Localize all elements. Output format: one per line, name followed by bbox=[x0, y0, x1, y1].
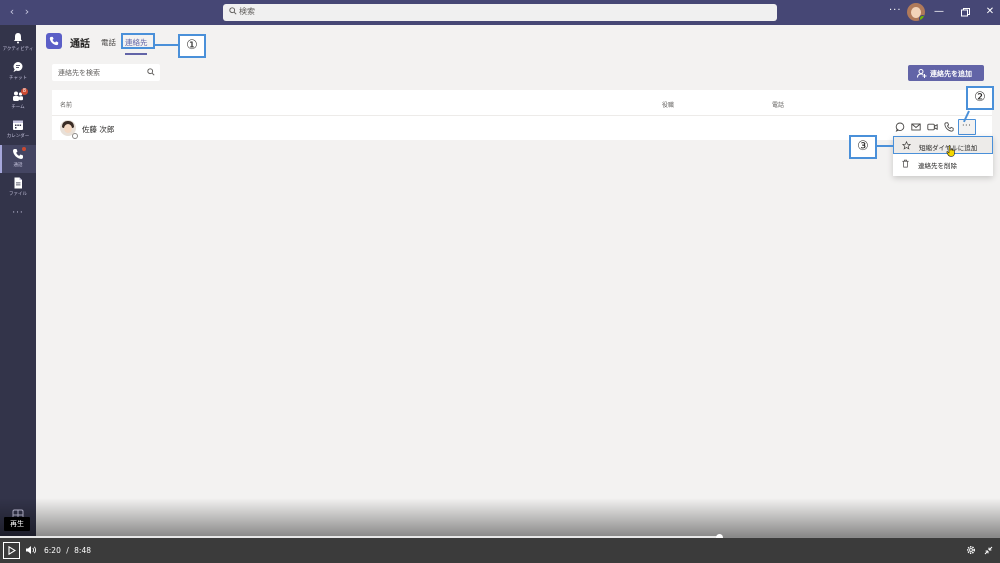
phone-icon bbox=[49, 36, 59, 46]
rail-label: 通話 bbox=[13, 163, 23, 168]
calls-notification-dot bbox=[22, 147, 26, 151]
more-icon: ··· bbox=[962, 121, 972, 130]
back-arrow-icon[interactable]: ‹ bbox=[6, 5, 18, 19]
rail-label: ファイル bbox=[9, 192, 27, 197]
close-button[interactable]: ✕ bbox=[985, 6, 995, 18]
play-tooltip: 再生 bbox=[4, 517, 30, 531]
menu-item-delete-contact[interactable]: 連絡先を削除 bbox=[893, 155, 993, 173]
video-call-icon[interactable] bbox=[927, 122, 938, 132]
exit-fullscreen-icon[interactable] bbox=[984, 546, 993, 555]
column-header-title[interactable]: 役職 bbox=[662, 100, 674, 109]
chat-icon[interactable] bbox=[895, 122, 905, 132]
restore-button[interactable] bbox=[960, 6, 970, 18]
menu-item-add-speed-dial[interactable]: 短縮ダイヤルに追加 bbox=[893, 136, 993, 154]
volume-icon[interactable] bbox=[25, 545, 37, 555]
callout-one: ① bbox=[178, 34, 206, 58]
add-person-icon bbox=[917, 69, 927, 78]
search-icon bbox=[229, 7, 237, 15]
file-icon bbox=[14, 177, 22, 189]
rail-item-files[interactable]: ファイル bbox=[0, 174, 36, 202]
rail-item-calendar[interactable]: カレンダー bbox=[0, 116, 36, 144]
contact-search-placeholder: 連絡先を検索 bbox=[58, 69, 100, 77]
contact-search-input[interactable]: 連絡先を検索 bbox=[52, 64, 160, 81]
add-contact-button[interactable]: 連絡先を追加 bbox=[908, 65, 984, 81]
column-header-name[interactable]: 名前 bbox=[60, 100, 72, 109]
search-icon bbox=[147, 68, 155, 76]
hand-cursor-icon bbox=[946, 145, 955, 157]
play-button[interactable] bbox=[3, 542, 20, 559]
player-overlay bbox=[0, 498, 1000, 538]
global-search-input[interactable]: 検索 bbox=[223, 4, 777, 21]
tab-phone[interactable]: 電話 bbox=[101, 37, 116, 48]
video-player-controls bbox=[0, 538, 1000, 563]
time-separator: / bbox=[66, 546, 69, 555]
trash-icon bbox=[902, 159, 909, 168]
contact-options-menu: 短縮ダイヤルに追加 連絡先を削除 bbox=[893, 136, 993, 176]
calendar-icon bbox=[13, 120, 23, 130]
menu-item-label: 連絡先を削除 bbox=[918, 162, 957, 170]
title-bar: ‹ › 検索 ··· — ✕ bbox=[0, 0, 1000, 25]
presence-offline-icon bbox=[72, 133, 78, 139]
mail-icon[interactable] bbox=[911, 122, 921, 132]
app-rail: アクティビティ チャット 8 チーム カレンダー 通話 ファイル ··· bbox=[0, 25, 36, 538]
callout-connector-three bbox=[877, 145, 894, 147]
teams-badge: 8 bbox=[21, 88, 28, 95]
rail-item-activity[interactable]: アクティビティ bbox=[0, 29, 36, 57]
active-tab-indicator bbox=[125, 53, 147, 55]
callout-highlight-contacts-tab bbox=[121, 33, 155, 49]
profile-avatar[interactable] bbox=[907, 3, 925, 21]
phone-icon[interactable] bbox=[944, 122, 954, 132]
total-time: 8:48 bbox=[74, 546, 91, 555]
star-icon bbox=[902, 141, 911, 150]
callout-three: ③ bbox=[849, 135, 877, 159]
avatar-face bbox=[64, 124, 72, 133]
settings-more-button[interactable]: ··· bbox=[889, 5, 902, 16]
global-search-placeholder: 検索 bbox=[239, 7, 255, 16]
presence-available-icon bbox=[919, 15, 925, 21]
rail-label: カレンダー bbox=[6, 134, 30, 139]
calls-app-icon bbox=[46, 33, 62, 49]
video-time: 6:20 / 8:48 bbox=[44, 546, 91, 555]
add-contact-label: 連絡先を追加 bbox=[930, 70, 972, 78]
current-time: 6:20 bbox=[44, 546, 61, 555]
rail-label: チーム bbox=[11, 105, 25, 110]
contacts-table: 名前 役職 電話 佐藤 次郎 ··· bbox=[52, 90, 992, 140]
page-title: 通話 bbox=[70, 39, 90, 50]
play-icon bbox=[8, 546, 16, 555]
column-header-phone[interactable]: 電話 bbox=[772, 100, 784, 109]
contact-more-options-button[interactable]: ··· bbox=[958, 119, 976, 135]
callout-connector-one bbox=[155, 44, 179, 46]
rail-item-calls[interactable]: 通話 bbox=[0, 145, 36, 173]
chat-icon bbox=[13, 62, 23, 72]
bell-icon bbox=[14, 33, 22, 44]
rail-label: チャット bbox=[9, 76, 27, 81]
restore-icon bbox=[960, 8, 970, 17]
forward-arrow-icon[interactable]: › bbox=[21, 5, 33, 19]
rail-more-apps-button[interactable]: ··· bbox=[10, 208, 26, 218]
gear-icon[interactable] bbox=[966, 545, 976, 555]
rail-item-teams[interactable]: 8 チーム bbox=[0, 87, 36, 115]
callout-two: ② bbox=[966, 86, 994, 110]
minimize-button[interactable]: — bbox=[934, 6, 944, 18]
rail-label: アクティビティ bbox=[2, 47, 34, 52]
rail-item-chat[interactable]: チャット bbox=[0, 58, 36, 86]
contact-name: 佐藤 次郎 bbox=[82, 125, 115, 134]
